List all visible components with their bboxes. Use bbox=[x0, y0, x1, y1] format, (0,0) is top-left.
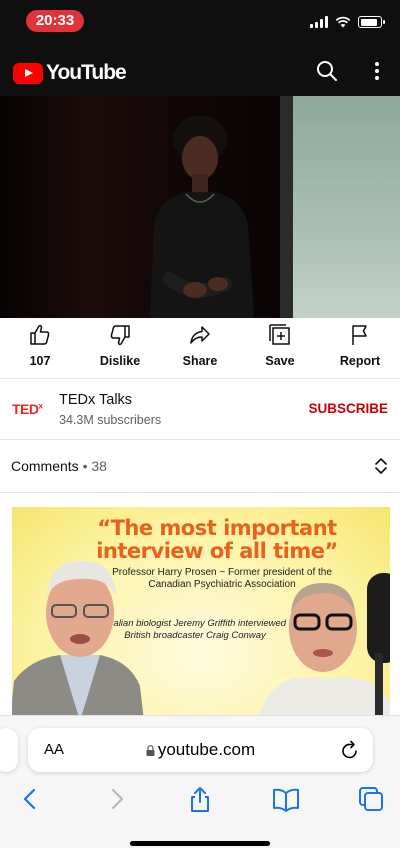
channel-name[interactable]: TEDx Talks bbox=[59, 392, 132, 408]
channel-row: TEDx TEDx Talks 34.3M subscribers SUBSCR… bbox=[0, 379, 400, 439]
share-sheet-icon[interactable] bbox=[186, 785, 214, 813]
wifi-icon bbox=[335, 16, 351, 28]
share-button[interactable]: Share bbox=[160, 318, 240, 378]
video-stage-panel bbox=[293, 96, 400, 318]
url-text: youtube.com bbox=[157, 740, 256, 759]
youtube-play-icon bbox=[13, 62, 43, 84]
home-indicator bbox=[130, 841, 270, 846]
tabs-icon[interactable] bbox=[357, 785, 385, 813]
channel-subscribers: 34.3M subscribers bbox=[59, 413, 162, 427]
video-speaker-figure bbox=[150, 115, 254, 318]
cellular-signal-icon bbox=[310, 16, 328, 28]
channel-logo-text: TED bbox=[12, 401, 39, 417]
thumbs-up-icon bbox=[30, 324, 50, 345]
dislike-button[interactable]: Dislike bbox=[80, 318, 160, 378]
comments-header: Comments • 38 bbox=[11, 458, 107, 474]
status-time: 20:33 bbox=[26, 10, 84, 32]
dislike-label: Dislike bbox=[99, 354, 141, 368]
lock-icon bbox=[146, 745, 155, 756]
safari-bottom-bar: AA youtube.com bbox=[0, 715, 400, 848]
reload-icon[interactable] bbox=[341, 740, 359, 760]
youtube-logo-text: YouTube bbox=[46, 61, 127, 84]
previous-tab-preview[interactable] bbox=[0, 728, 18, 772]
safari-toolbar bbox=[0, 781, 400, 817]
forward-icon[interactable] bbox=[103, 785, 131, 813]
like-button[interactable]: 107 bbox=[0, 318, 80, 378]
channel-avatar[interactable]: TEDx bbox=[12, 401, 43, 417]
save-label: Save bbox=[265, 354, 295, 368]
comments-section[interactable]: Comments • 38 bbox=[0, 440, 400, 492]
more-vertical-icon[interactable] bbox=[367, 60, 387, 82]
comments-separator: • bbox=[82, 458, 88, 474]
comments-count: 38 bbox=[91, 458, 107, 474]
flag-icon bbox=[352, 325, 367, 345]
bookmarks-icon[interactable] bbox=[272, 785, 300, 813]
status-bar: 20:33 bbox=[0, 0, 400, 46]
youtube-header: YouTube bbox=[0, 46, 400, 96]
next-video-thumbnail[interactable]: “The most important interview of all tim… bbox=[12, 507, 390, 715]
channel-logo-sup: x bbox=[38, 401, 43, 411]
search-icon[interactable] bbox=[316, 60, 338, 82]
youtube-logo[interactable]: YouTube bbox=[13, 61, 127, 85]
like-count: 107 bbox=[29, 354, 51, 368]
thumbs-down-icon bbox=[110, 325, 130, 346]
url-display[interactable]: youtube.com bbox=[28, 740, 373, 760]
share-icon bbox=[190, 326, 210, 344]
report-label: Report bbox=[339, 354, 381, 368]
video-player[interactable] bbox=[0, 96, 400, 318]
report-button[interactable]: Report bbox=[320, 318, 400, 378]
status-icons bbox=[310, 14, 385, 30]
thumbnail-person-right bbox=[259, 573, 390, 715]
thumbnail-person-left bbox=[12, 560, 144, 715]
address-bar[interactable]: AA youtube.com bbox=[28, 728, 373, 772]
divider bbox=[0, 492, 400, 493]
video-actions: 107 Dislike Share Save Report bbox=[0, 318, 400, 378]
save-playlist-icon bbox=[269, 324, 290, 345]
subscribe-button[interactable]: SUBSCRIBE bbox=[308, 401, 388, 416]
comments-label: Comments bbox=[11, 458, 79, 474]
back-icon[interactable] bbox=[16, 785, 44, 813]
battery-icon bbox=[358, 16, 385, 28]
share-label: Share bbox=[182, 354, 218, 368]
expand-icon[interactable] bbox=[374, 457, 388, 475]
save-button[interactable]: Save bbox=[240, 318, 320, 378]
